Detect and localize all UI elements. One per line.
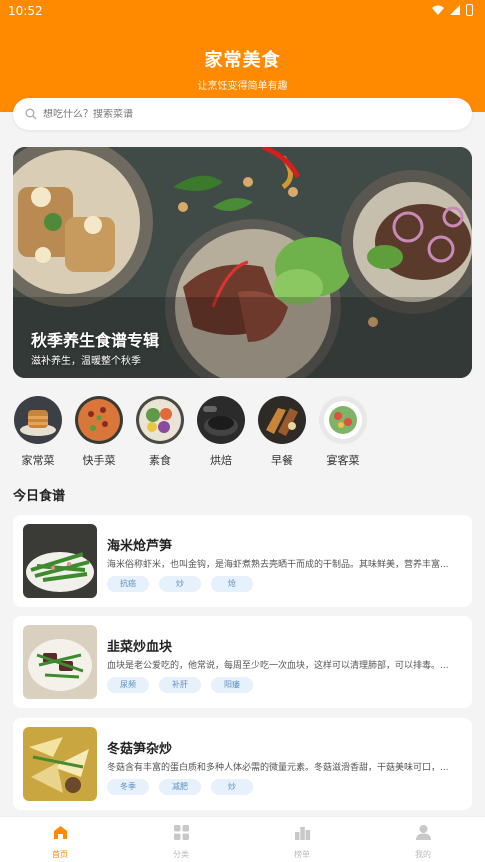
category-item[interactable]: 家常菜	[13, 396, 63, 468]
recipe-tag[interactable]: 抗癌	[107, 576, 149, 592]
category-label: 宴客菜	[326, 454, 360, 467]
recipe-tags: 抗癌 炒 炝	[107, 576, 253, 592]
category-item[interactable]: 快手菜	[74, 396, 124, 468]
category-label: 家常菜	[21, 454, 55, 467]
category-label: 烘焙	[210, 454, 232, 467]
featured-banner[interactable]: 秋季养生食谱专辑 滋补养生，温暖整个秋季	[13, 147, 472, 378]
recipe-thumbnail	[23, 524, 97, 598]
category-label: 快手菜	[82, 454, 116, 467]
recipe-title: 韭菜炒血块	[107, 640, 173, 655]
search-input[interactable]	[43, 108, 423, 120]
signal-icon	[450, 5, 460, 15]
recipe-description: 海米俗称虾米，也叫金钩，是海虾煮熟去壳晒干而成的干制品。其味鲜美，营养丰富...	[107, 560, 449, 570]
tab-label: 榜单	[294, 850, 310, 859]
recipe-tag[interactable]: 阳痿	[211, 677, 253, 693]
tab-label: 我的	[415, 850, 431, 859]
recipe-thumbnail	[23, 727, 97, 801]
recipe-thumbnail	[23, 625, 97, 699]
category-image	[258, 396, 306, 444]
category-image	[197, 396, 245, 444]
search-icon	[25, 108, 37, 120]
tab-profile[interactable]: 我的	[393, 824, 453, 860]
category-image	[319, 396, 367, 444]
search-bar[interactable]	[13, 98, 472, 130]
recipe-tag[interactable]: 补肝	[159, 677, 201, 693]
recipe-tag[interactable]: 炝	[211, 576, 253, 592]
user-icon	[415, 825, 431, 840]
recipe-title: 冬菇笋杂炒	[107, 742, 173, 757]
banner-title: 秋季养生食谱专辑	[31, 331, 160, 350]
category-item[interactable]: 素食	[135, 396, 185, 468]
category-image	[136, 396, 184, 444]
tab-label: 分类	[173, 850, 189, 859]
recipe-tag[interactable]: 减肥	[159, 779, 201, 795]
home-icon	[53, 826, 67, 839]
recipe-tags: 尿频 补肝 阳痿	[107, 677, 253, 693]
recipe-tag[interactable]: 尿频	[107, 677, 149, 693]
recipe-title: 海米炝芦笋	[107, 539, 173, 554]
recipe-card[interactable]: 韭菜炒血块 血块是老公爱吃的，他常说，每周至少吃一次血块，这样可以清理肺部，可以…	[13, 616, 472, 708]
recipe-tag[interactable]: 冬季	[107, 779, 149, 795]
category-row: 家常菜 快手菜 素食 烘焙 早餐 宴客菜	[13, 396, 473, 472]
category-image	[75, 396, 123, 444]
tab-label: 首页	[52, 850, 68, 859]
recipe-tag[interactable]: 炒	[211, 779, 253, 795]
tab-home[interactable]: 首页	[30, 824, 90, 860]
recipe-tags: 冬季 减肥 炒	[107, 779, 253, 795]
recipe-tag[interactable]: 炒	[159, 576, 201, 592]
status-bar: 10:52	[0, 0, 485, 22]
category-item[interactable]: 烘焙	[196, 396, 246, 468]
recipe-description: 血块是老公爱吃的，他常说，每周至少吃一次血块，这样可以清理肺部，可以排毒。...	[107, 661, 449, 671]
page-title: 家常美食	[204, 50, 281, 71]
app-header: 10:52 家常美食 让烹饪变得简单有趣	[0, 0, 485, 112]
tab-ranking[interactable]: 榜单	[272, 824, 332, 860]
category-item[interactable]: 早餐	[257, 396, 307, 468]
recipe-card[interactable]: 冬菇笋杂炒 冬菇含有丰富的蛋白质和多种人体必需的微量元素。冬菇滋滑香甜，干菇美味…	[13, 718, 472, 810]
battery-icon	[466, 4, 473, 16]
wifi-icon	[432, 5, 444, 15]
recipe-card[interactable]: 海米炝芦笋 海米俗称虾米，也叫金钩，是海虾煮熟去壳晒干而成的干制品。其味鲜美，营…	[13, 515, 472, 607]
category-label: 早餐	[271, 454, 293, 467]
status-time: 10:52	[8, 4, 43, 18]
bottom-tab-bar: 首页 分类 榜单 我的	[0, 816, 485, 862]
page-subtitle: 让烹饪变得简单有趣	[197, 81, 288, 92]
ranking-icon	[294, 827, 310, 840]
tab-category[interactable]: 分类	[151, 824, 211, 860]
category-label: 素食	[149, 454, 171, 467]
recipe-description: 冬菇含有丰富的蛋白质和多种人体必需的微量元素。冬菇滋滑香甜，干菇美味可口，...	[107, 763, 449, 773]
category-image	[14, 396, 62, 444]
category-item[interactable]: 宴客菜	[318, 396, 368, 468]
grid-icon	[173, 825, 189, 840]
banner-subtitle: 滋补养生，温暖整个秋季	[31, 356, 141, 367]
status-icons	[432, 4, 473, 16]
section-title-today: 今日食谱	[13, 489, 66, 504]
